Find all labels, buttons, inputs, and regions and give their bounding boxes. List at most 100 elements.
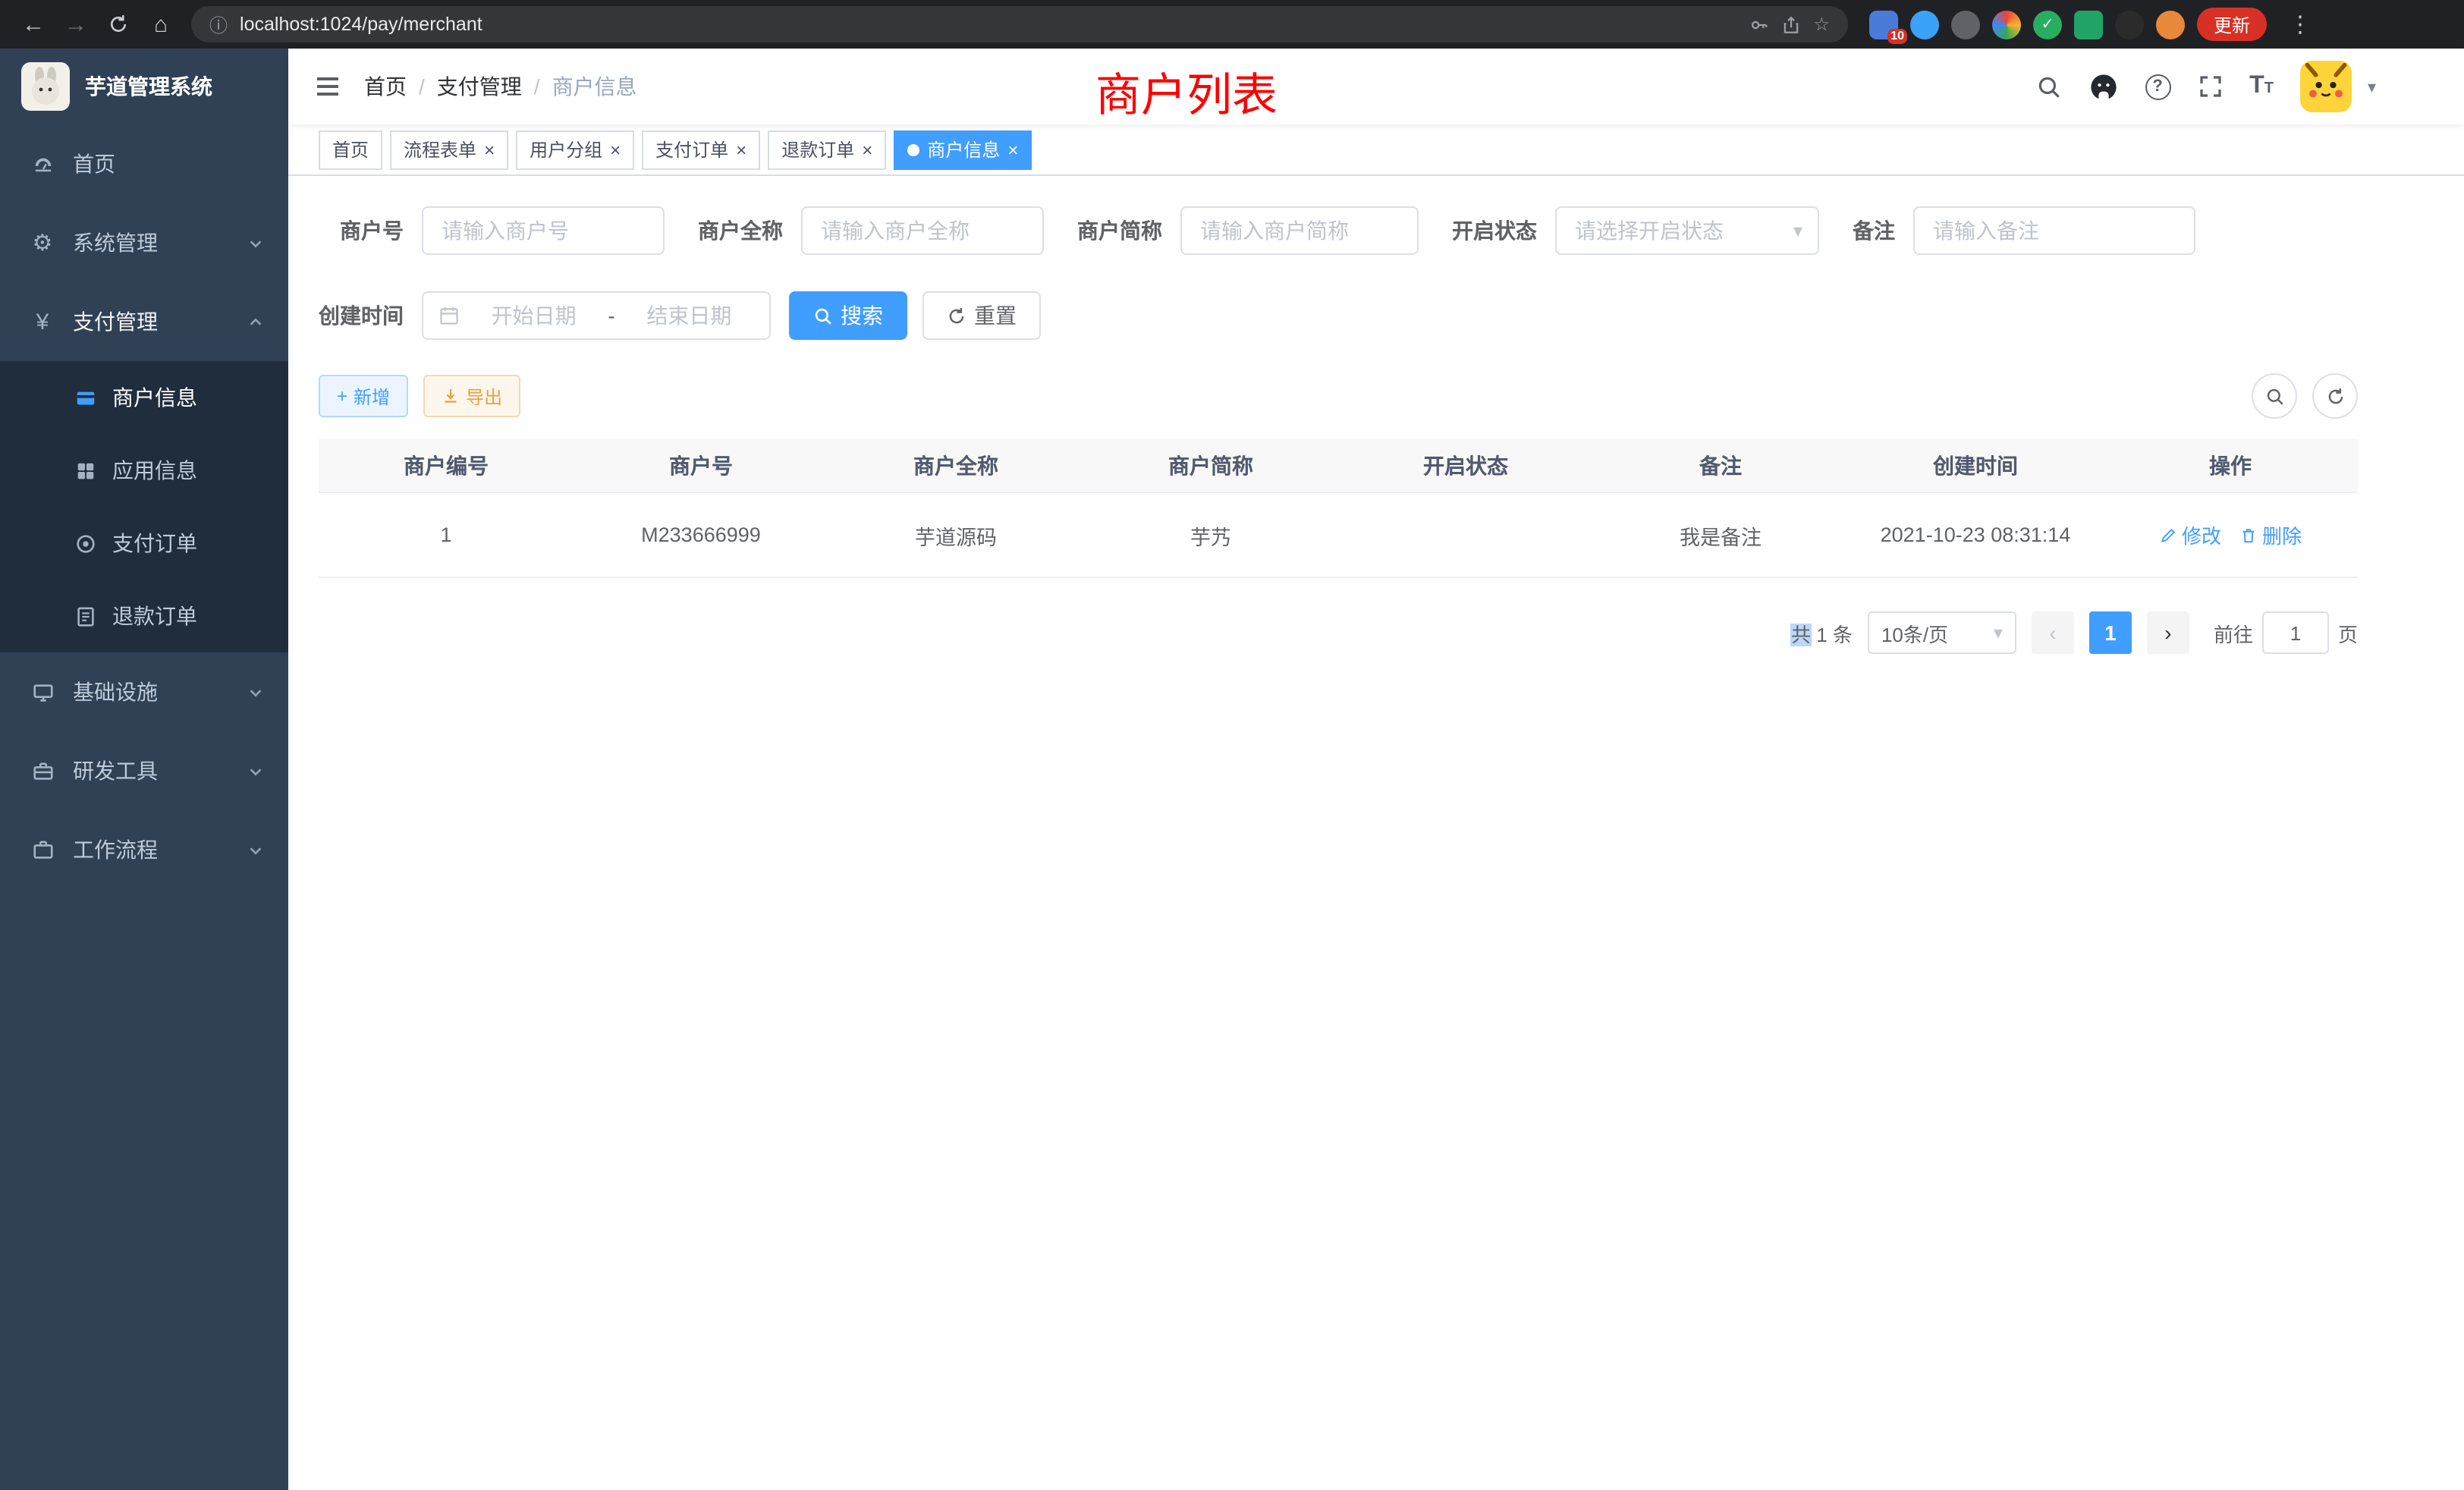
help-icon[interactable]: ?: [2145, 74, 2170, 99]
sidebar-item-label: 工作流程: [73, 835, 158, 865]
extension-badge: 10: [1887, 28, 1907, 43]
status-select-placeholder: 请选择开启状态: [1575, 215, 1724, 246]
address-bar[interactable]: ⓘ localhost:1024/pay/merchant ☆: [191, 6, 1848, 42]
search-button[interactable]: 搜索: [789, 291, 907, 340]
sidebar-item-infrastructure[interactable]: 基础设施: [0, 652, 288, 731]
yen-icon: ¥: [30, 309, 55, 335]
user-avatar[interactable]: [2301, 61, 2352, 112]
forward-icon[interactable]: →: [55, 3, 97, 46]
add-button-label: 新增: [354, 383, 390, 409]
page-button-1[interactable]: 1: [2089, 611, 2132, 654]
site-info-icon[interactable]: ⓘ: [209, 11, 228, 37]
table-header: 商户全称: [828, 450, 1083, 480]
browser-update-button[interactable]: 更新: [2197, 8, 2267, 41]
close-icon[interactable]: ×: [610, 140, 621, 159]
reset-button[interactable]: 重置: [922, 291, 1041, 340]
extension-icon-1[interactable]: 10: [1869, 10, 1898, 39]
sidebar-item-workflow[interactable]: 工作流程: [0, 810, 288, 889]
app-title: 芋道管理系统: [85, 71, 212, 102]
table-header: 创建时间: [1848, 450, 2103, 480]
sidebar-item-system[interactable]: ⚙ 系统管理: [0, 203, 288, 282]
breadcrumb-item[interactable]: 支付管理: [437, 71, 522, 102]
extension-icon-7[interactable]: [2115, 10, 2144, 39]
sidebar-subitem-refund-order[interactable]: 退款订单: [0, 580, 288, 652]
sidebar-item-label: 首页: [73, 149, 115, 179]
full-name-input[interactable]: [801, 206, 1044, 255]
target-icon: [73, 532, 97, 555]
delete-link[interactable]: 删除: [2239, 520, 2302, 549]
close-icon[interactable]: ×: [862, 140, 872, 159]
chevron-down-icon: [247, 841, 264, 858]
page-annotation: 商户列表: [1095, 58, 1278, 124]
merchant-no-input[interactable]: [422, 206, 665, 255]
delete-link-label: 删除: [2262, 520, 2302, 549]
create-time-label: 创建时间: [319, 300, 422, 331]
avatar-caret-icon[interactable]: ▾: [2368, 77, 2376, 96]
extension-icon-5[interactable]: ✓: [2033, 10, 2062, 39]
sidebar-subitem-app-info[interactable]: 应用信息: [0, 434, 288, 507]
active-tab-dot: [907, 143, 919, 156]
tab-flow-form[interactable]: 流程表单 ×: [390, 130, 508, 169]
tab-refund-order[interactable]: 退款订单 ×: [768, 130, 886, 169]
end-date-placeholder[interactable]: 结束日期: [624, 300, 754, 331]
bookmark-star-icon[interactable]: ☆: [1813, 14, 1830, 35]
remark-input[interactable]: [1913, 206, 2195, 255]
pagination-total: 共 1 条: [1791, 618, 1853, 647]
profile-avatar[interactable]: [2156, 10, 2185, 39]
password-key-icon[interactable]: [1749, 14, 1769, 34]
prev-page-button[interactable]: ‹: [2032, 611, 2074, 654]
merchant-card-icon: [73, 386, 97, 409]
extension-icon-6[interactable]: [2074, 10, 2103, 39]
close-icon[interactable]: ×: [736, 140, 746, 159]
top-navbar: 首页 / 支付管理 / 商户信息 商户列表 ?: [288, 49, 2464, 124]
close-icon[interactable]: ×: [1007, 140, 1018, 159]
short-name-input[interactable]: [1180, 206, 1419, 255]
toggle-search-button[interactable]: [2252, 373, 2297, 419]
edit-link[interactable]: 修改: [2159, 520, 2221, 549]
refresh-icon[interactable]: [97, 3, 140, 46]
start-date-placeholder[interactable]: 开始日期: [469, 300, 599, 331]
browser-menu-icon[interactable]: ⋮: [2279, 3, 2321, 46]
tab-label: 退款订单: [781, 137, 854, 162]
sidebar-item-payment[interactable]: ¥ 支付管理: [0, 282, 288, 361]
back-icon[interactable]: ←: [12, 3, 55, 46]
extension-icon-3[interactable]: [1951, 10, 1980, 39]
url-text[interactable]: localhost:1024/pay/merchant: [240, 14, 1737, 35]
export-button[interactable]: 导出: [423, 375, 520, 417]
home-icon[interactable]: ⌂: [140, 3, 182, 46]
status-select[interactable]: 请选择开启状态 ▾: [1555, 206, 1819, 255]
tags-view-bar: 首页 流程表单 × 用户分组 × 支付订单 × 退款订单 ×: [288, 124, 2464, 176]
github-icon[interactable]: [2088, 72, 2117, 101]
tab-pay-order[interactable]: 支付订单 ×: [642, 130, 760, 169]
close-icon[interactable]: ×: [484, 140, 495, 159]
next-page-button[interactable]: ›: [2147, 611, 2189, 654]
tab-label: 流程表单: [404, 137, 476, 162]
sidebar-subitem-label: 应用信息: [112, 455, 197, 486]
sidebar-subitem-merchant-info[interactable]: 商户信息: [0, 361, 288, 434]
fullscreen-icon[interactable]: [2198, 74, 2222, 99]
share-icon[interactable]: [1781, 14, 1801, 34]
toolbox-icon: [30, 759, 55, 782]
font-size-icon[interactable]: TT: [2249, 73, 2274, 100]
sidebar-item-home[interactable]: 首页: [0, 124, 288, 203]
hamburger-icon[interactable]: [288, 71, 364, 102]
extension-icon-2[interactable]: [1910, 10, 1939, 39]
sidebar: 芋道管理系统 首页 ⚙ 系统管理 ¥ 支付管理: [0, 49, 288, 1490]
add-button[interactable]: + 新增: [319, 375, 408, 417]
page-content: 商户号 商户全称 商户简称 开启状态 请选择开启状态: [288, 176, 2464, 1490]
refresh-table-button[interactable]: [2312, 373, 2358, 419]
cell-short-name: 芋艿: [1083, 520, 1338, 550]
tab-user-group[interactable]: 用户分组 ×: [516, 130, 634, 169]
page-size-select[interactable]: 10条/页 ▾: [1868, 611, 2016, 654]
breadcrumb-item[interactable]: 首页: [364, 71, 407, 102]
extension-icon-4[interactable]: [1992, 10, 2021, 39]
sidebar-subitem-pay-order[interactable]: 支付订单: [0, 507, 288, 580]
header-search-icon[interactable]: [2035, 74, 2061, 99]
sidebar-item-devtools[interactable]: 研发工具: [0, 731, 288, 810]
create-time-range-picker[interactable]: 开始日期 - 结束日期: [422, 291, 771, 340]
tab-home[interactable]: 首页: [319, 130, 382, 169]
chevron-down-icon: ▾: [1994, 622, 2003, 643]
goto-page-input[interactable]: [2262, 611, 2329, 654]
tab-label: 用户分组: [530, 137, 602, 162]
tab-merchant-info[interactable]: 商户信息 ×: [894, 130, 1032, 169]
